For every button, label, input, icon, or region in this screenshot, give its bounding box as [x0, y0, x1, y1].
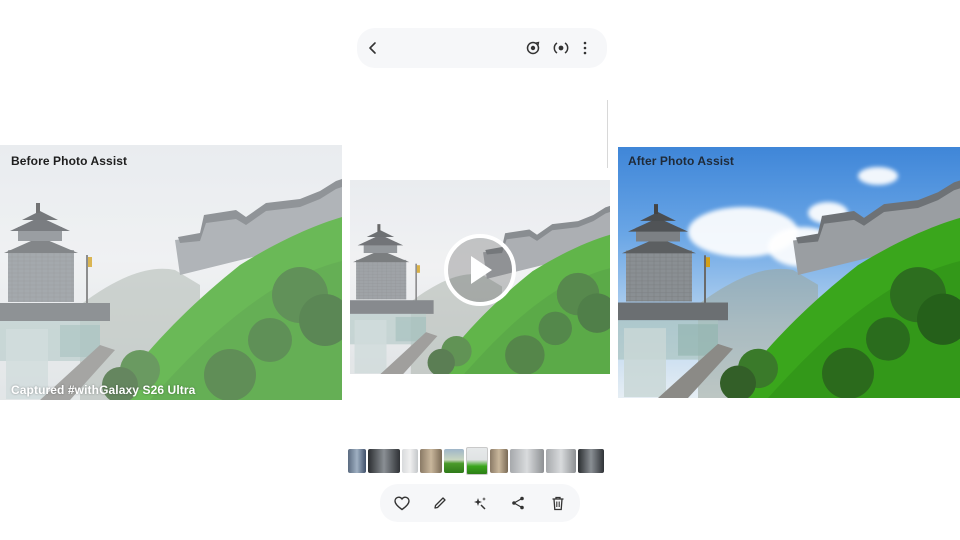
landscape-scene: [618, 147, 960, 398]
edit-button[interactable]: [428, 491, 452, 515]
viewer-bottom-bar: [380, 484, 580, 522]
edit-icon: [434, 497, 446, 509]
thumbnail-1[interactable]: [348, 449, 366, 473]
back-button[interactable]: [361, 36, 385, 60]
more-options-icon: [583, 41, 587, 55]
more-options-button[interactable]: [573, 36, 597, 60]
scrollbar[interactable]: [607, 100, 608, 168]
remaster-button[interactable]: [521, 36, 545, 60]
play-button[interactable]: [444, 234, 516, 306]
before-caption: Before Photo Assist: [11, 154, 128, 168]
thumbnail-2[interactable]: [368, 449, 400, 473]
thumbnail-strip: [348, 447, 610, 475]
remaster-icon: [526, 41, 540, 55]
after-photo: After Photo Assist: [618, 147, 960, 398]
thumbnail-5[interactable]: [444, 449, 464, 473]
viewer-top-bar: [357, 28, 607, 68]
after-caption: After Photo Assist: [628, 154, 735, 168]
thumbnail-3[interactable]: [402, 449, 418, 473]
motion-photo-icon: [553, 42, 569, 54]
thumbnail-10[interactable]: [578, 449, 604, 473]
magic-assist-icon: [474, 497, 486, 510]
thumbnail-6[interactable]: [466, 447, 488, 475]
favorite-icon: [394, 495, 410, 510]
share-button[interactable]: [506, 491, 530, 515]
favorite-button[interactable]: [390, 491, 414, 515]
play-icon: [471, 256, 492, 284]
thumbnail-4[interactable]: [420, 449, 442, 473]
capture-watermark: Captured #withGalaxy S26 Ultra: [11, 383, 196, 397]
magic-assist-button[interactable]: [468, 491, 492, 515]
delete-icon: [552, 496, 564, 510]
before-photo: Before Photo Assist Captured #withGalaxy…: [0, 145, 342, 400]
thumbnail-9[interactable]: [546, 449, 576, 473]
thumbnail-7[interactable]: [490, 449, 508, 473]
back-icon: [369, 42, 376, 54]
motion-photo-button[interactable]: [549, 36, 573, 60]
share-icon: [512, 496, 524, 510]
thumbnail-8[interactable]: [510, 449, 544, 473]
delete-button[interactable]: [546, 491, 570, 515]
